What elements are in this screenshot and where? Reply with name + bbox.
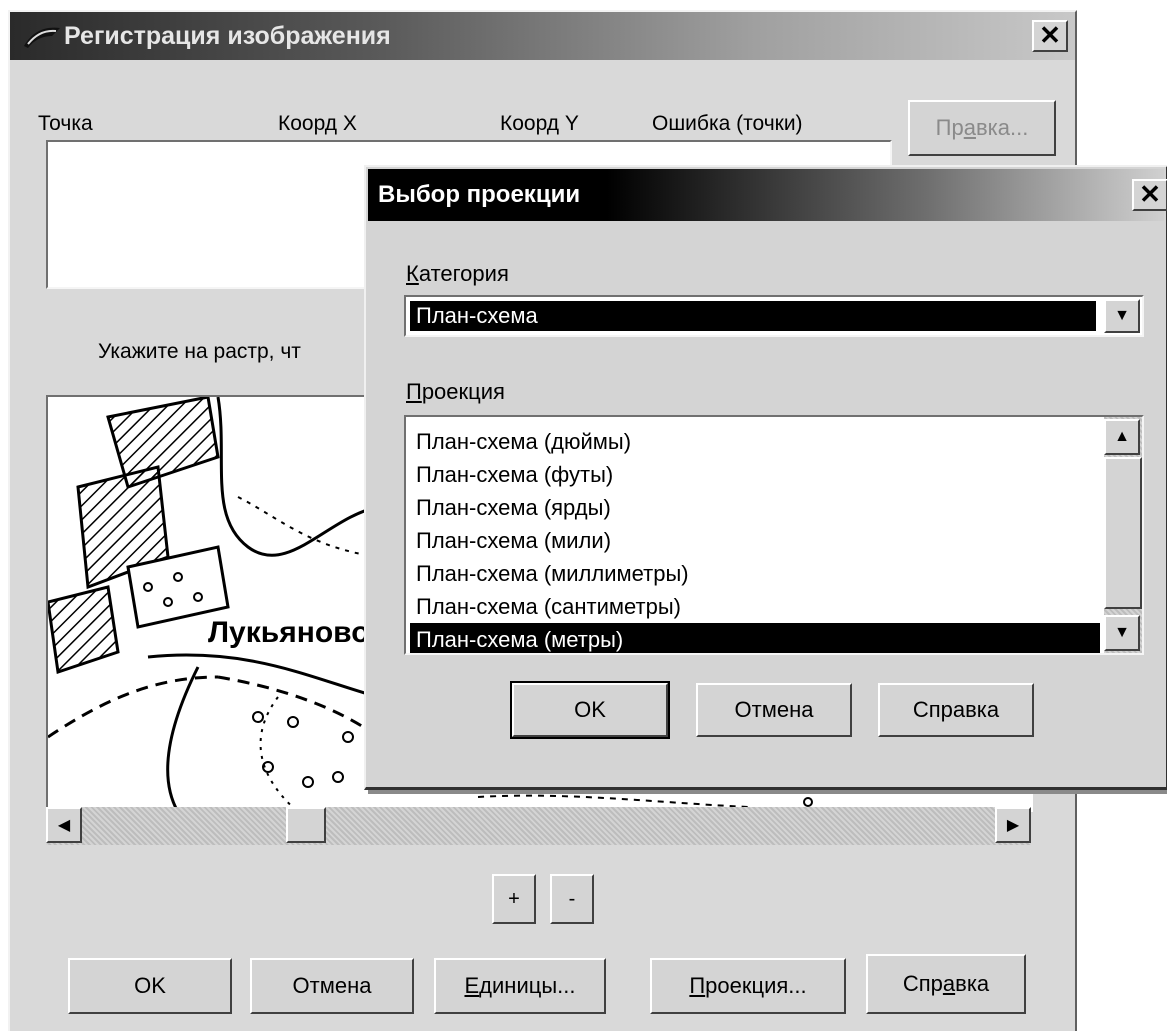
projection-cancel-button[interactable]: Отмена — [696, 683, 852, 737]
edit-point-button[interactable]: Пр а вка... — [908, 100, 1056, 156]
projection-list-item[interactable]: План-схема (миллиметры) — [410, 557, 1100, 590]
cancel-button[interactable]: Отмена — [250, 958, 414, 1014]
units-button[interactable]: Единицы... — [434, 958, 606, 1014]
scroll-up-icon: ▲ — [1114, 428, 1130, 445]
combo-arrow-icon: ▼ — [1114, 307, 1130, 324]
projection-list-item[interactable]: План-схема (метры) — [410, 623, 1100, 653]
projection-list-item[interactable]: План-схема (мили) — [410, 524, 1100, 557]
column-header-x: Коорд X — [278, 112, 357, 135]
ok-button[interactable]: OK — [68, 958, 232, 1014]
projection-dialog: Выбор проекции ✕ Категория План-схема ▼ … — [364, 165, 1167, 790]
scroll-right-button[interactable]: ▶ — [995, 807, 1031, 843]
map-place-label: Лукьяново — [208, 616, 370, 649]
scroll-down-icon: ▼ — [1114, 624, 1130, 641]
projection-title: Выбор проекции — [378, 181, 581, 208]
instruction-text: Укажите на растр, чт — [98, 340, 301, 363]
projection-list-item[interactable]: План-схема (сантиметры) — [410, 590, 1100, 623]
scroll-right-icon: ▶ — [1006, 817, 1020, 834]
projection-list-items: План-схема (дюймы) План-схема (футы) План-… — [410, 425, 1100, 653]
projection-ok-button[interactable]: OK — [510, 681, 670, 739]
registration-close-button[interactable]: ✕ — [1032, 20, 1068, 52]
category-combobox[interactable]: План-схема ▼ — [404, 295, 1144, 337]
projection-list-item[interactable]: План-схема (ярды) — [410, 491, 1100, 524]
column-header-point: Точка — [38, 112, 93, 135]
zoom-out-button[interactable]: - — [550, 874, 594, 924]
close-icon: ✕ — [1039, 20, 1061, 50]
close-icon: ✕ — [1139, 179, 1161, 209]
registration-title: Регистрация изображения — [64, 22, 391, 50]
scroll-left-icon: ◀ — [57, 817, 71, 834]
zoom-in-button[interactable]: + — [492, 874, 536, 924]
projection-list-scrollbar[interactable]: ▲ ▼ — [1104, 417, 1142, 653]
app-icon — [24, 27, 60, 48]
scroll-up-button[interactable]: ▲ — [1104, 419, 1140, 455]
projection-titlebar[interactable]: Выбор проекции ✕ — [368, 169, 1167, 221]
category-dropdown-button[interactable]: ▼ — [1104, 299, 1140, 333]
projection-list-item[interactable]: План-схема (дюймы) — [410, 425, 1100, 458]
projection-button[interactable]: Проекция... — [650, 958, 846, 1014]
help-button[interactable]: Спр а вка — [866, 954, 1026, 1014]
projection-list-thumb[interactable] — [1104, 457, 1142, 609]
column-header-error: Ошибка (точки) — [652, 112, 803, 135]
category-value: План-схема — [410, 301, 1096, 331]
scroll-down-button[interactable]: ▼ — [1104, 615, 1140, 651]
map-scroll-thumb[interactable] — [286, 807, 326, 843]
projection-label: Проекция — [406, 379, 505, 404]
projection-listbox[interactable]: План-схема (дюймы) План-схема (футы) План-… — [404, 415, 1144, 655]
registration-titlebar[interactable]: Регистрация изображения ✕ — [10, 12, 1075, 60]
column-header-y: Коорд Y — [500, 112, 579, 135]
projection-close-button[interactable]: ✕ — [1132, 179, 1167, 211]
projection-help-button[interactable]: Справка — [878, 683, 1034, 737]
category-label: Категория — [406, 261, 509, 286]
projection-list-item[interactable]: План-схема (футы) — [410, 458, 1100, 491]
scroll-left-button[interactable]: ◀ — [46, 807, 82, 843]
map-horizontal-scrollbar[interactable]: ◀ ▶ — [46, 807, 1031, 845]
